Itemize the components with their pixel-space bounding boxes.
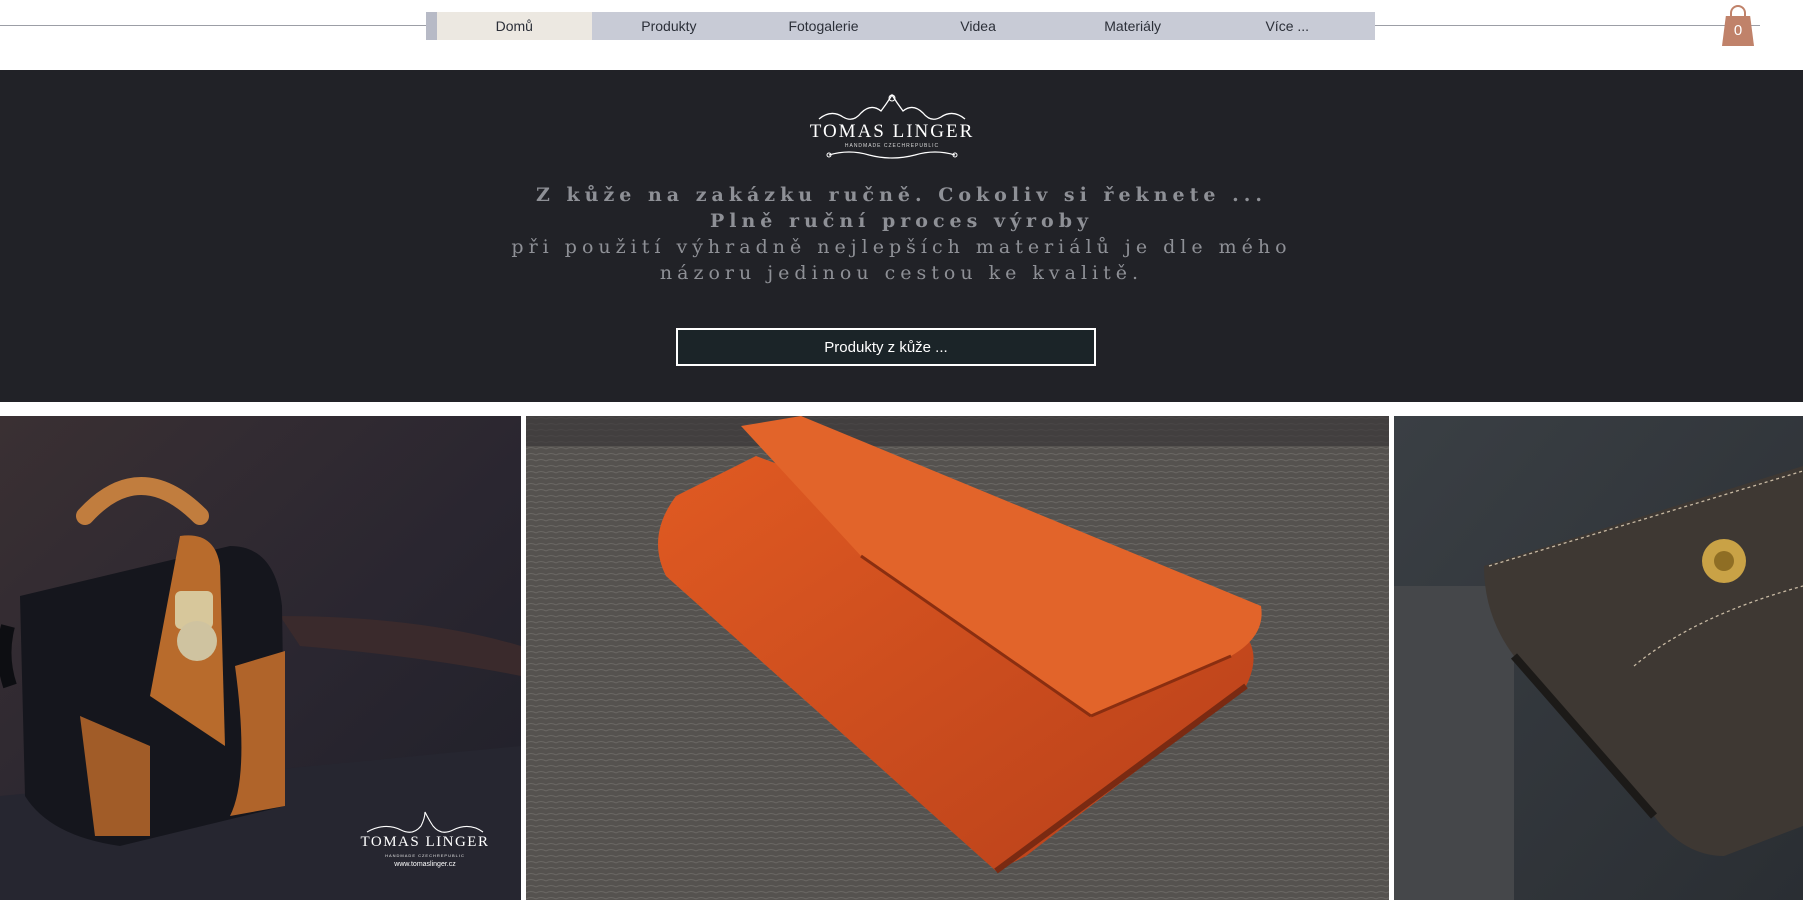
nav-left-cap xyxy=(426,12,437,40)
nav-item-photo-gallery[interactable]: Fotogalerie xyxy=(746,12,901,40)
cart-count: 0 xyxy=(1733,22,1743,39)
watermark-name: TOMAS LINGER xyxy=(360,834,490,850)
gallery-photo-orange-wallet[interactable] xyxy=(526,416,1389,900)
hero-line-4: názoru jedinou cestou ke kvalitě. xyxy=(659,262,1144,284)
orange-wallet-image xyxy=(526,416,1389,900)
nav-item-videos[interactable]: Videa xyxy=(901,12,1056,40)
logo-tagline: HANDMADE CZECHREPUBLIC xyxy=(844,143,940,149)
leather-products-button[interactable]: Produkty z kůže ... xyxy=(676,328,1096,366)
nav-divider-left xyxy=(0,25,426,26)
watermark-logo: TOMAS LINGER HANDMADE CZECHREPUBLIC www.… xyxy=(355,808,495,870)
nav-item-home[interactable]: Domů xyxy=(437,12,592,40)
logo-name: TOMAS LINGER xyxy=(809,121,975,142)
hero-line-1: Z kůže na zakázku ručně. Cokoliv si řekn… xyxy=(536,184,1267,206)
hero-headline: Z kůže na zakázku ručně. Cokoliv si řekn… xyxy=(420,182,1383,286)
nav-divider-right xyxy=(1375,25,1760,26)
main-navigation: Domů Produkty Fotogalerie Videa Materiál… xyxy=(426,12,1375,40)
hero-line-3: při použití výhradně nejlepších materiál… xyxy=(511,236,1292,258)
brand-logo[interactable]: TOMAS LINGER HANDMADE CZECHREPUBLIC xyxy=(799,89,985,163)
hero-banner: TOMAS LINGER HANDMADE CZECHREPUBLIC Z ků… xyxy=(0,70,1803,402)
nav-item-products[interactable]: Produkty xyxy=(592,12,747,40)
nav-item-materials[interactable]: Materiály xyxy=(1055,12,1210,40)
brown-bag-image xyxy=(1394,416,1803,900)
nav-item-more[interactable]: Více ... xyxy=(1210,12,1365,40)
cart-button[interactable]: 0 xyxy=(1720,4,1756,46)
watermark-tagline: HANDMADE CZECHREPUBLIC xyxy=(385,853,465,858)
gallery-photo-brown-bag[interactable] xyxy=(1394,416,1803,900)
hero-line-2: Plně ruční proces výroby xyxy=(709,210,1094,232)
watermark-url: www.tomaslinger.cz xyxy=(394,861,456,868)
gallery-photo-doctor-bag[interactable]: TOMAS LINGER HANDMADE CZECHREPUBLIC www.… xyxy=(0,416,521,900)
